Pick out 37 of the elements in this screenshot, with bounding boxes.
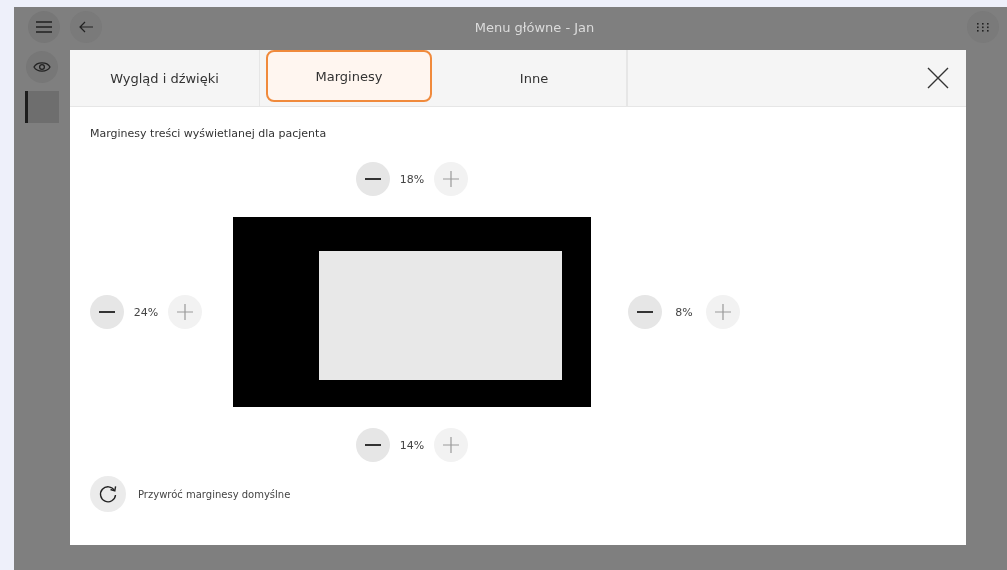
- eye-icon: [33, 61, 51, 73]
- reset-button[interactable]: [90, 476, 126, 512]
- plus-icon: [715, 304, 731, 320]
- margin-value: 14%: [398, 438, 426, 452]
- plus-icon: [443, 171, 459, 187]
- decrease-button[interactable]: [90, 295, 124, 329]
- back-arrow-icon: [79, 21, 93, 33]
- window-title: Menu główne - Jan: [473, 19, 596, 35]
- margin-value: 8%: [674, 305, 694, 319]
- decrease-button[interactable]: [356, 428, 390, 462]
- margin-value: 18%: [398, 172, 426, 186]
- increase-button[interactable]: [434, 162, 468, 196]
- margin-value: 24%: [132, 305, 160, 319]
- minus-icon: [365, 178, 381, 180]
- plus-icon: [177, 304, 193, 320]
- reset-label: Przywróć marginesy domyślne: [138, 488, 291, 500]
- increase-button[interactable]: [434, 428, 468, 462]
- decrease-button[interactable]: [628, 295, 662, 329]
- decrease-button[interactable]: [356, 162, 390, 196]
- plus-icon: [443, 437, 459, 453]
- menu-icon: [36, 21, 52, 33]
- increase-button[interactable]: [706, 295, 740, 329]
- back-button[interactable]: [70, 11, 102, 43]
- refresh-icon: [98, 484, 118, 504]
- menu-button[interactable]: [28, 11, 60, 43]
- minus-icon: [99, 311, 115, 313]
- apps-button[interactable]: [967, 11, 999, 43]
- close-button[interactable]: [926, 66, 950, 90]
- close-icon: [926, 66, 950, 90]
- sidebar-item[interactable]: [25, 91, 59, 123]
- eye-button[interactable]: [26, 51, 58, 83]
- section-heading: Marginesy treści wyświetlanej dla pacjenta: [90, 127, 328, 140]
- minus-icon: [365, 444, 381, 446]
- tab[interactable]: Marginesy: [266, 50, 432, 102]
- grid-dots-icon: [977, 22, 989, 32]
- increase-button[interactable]: [168, 295, 202, 329]
- minus-icon: [637, 311, 653, 313]
